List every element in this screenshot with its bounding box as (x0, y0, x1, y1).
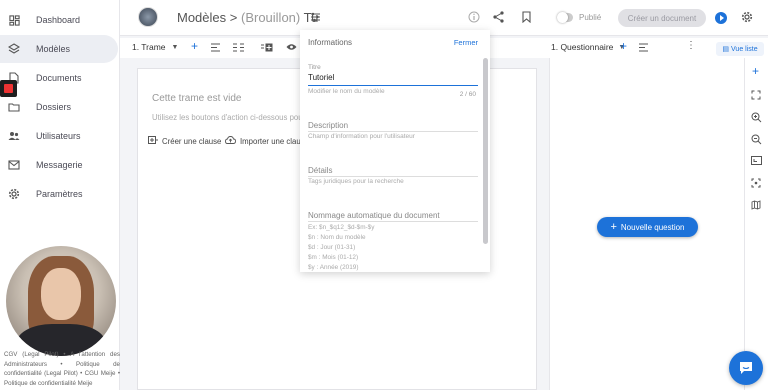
add-question-icon[interactable]: + (620, 39, 627, 53)
naming-var-day: $d : Jour (01-31) (308, 244, 356, 251)
zoom-in-icon[interactable] (751, 112, 762, 125)
create-clause-button[interactable]: Créer une clause (148, 136, 221, 146)
center-focus-icon[interactable] (751, 178, 761, 190)
new-question-label: Nouvelle question (620, 222, 685, 232)
sidebar-item-modeles[interactable]: Modèles (0, 35, 118, 63)
publish-toggle[interactable] (557, 12, 573, 23)
details-field-help: Tags juridiques pour la recherche (308, 178, 404, 185)
close-info-button[interactable]: Fermer (454, 38, 478, 47)
info-icon[interactable] (468, 11, 480, 25)
fullscreen-icon[interactable] (751, 90, 761, 102)
informations-panel: Informations Fermer Titre Tutoriel Modif… (300, 30, 490, 272)
map-icon[interactable] (751, 200, 761, 212)
title-field-help: Modifier le nom du modèle (308, 88, 385, 95)
naming-field-underline (308, 221, 478, 222)
title-field[interactable]: Tutoriel (308, 73, 334, 82)
sidebar: Dashboard Modèles Documents Dossiers Uti… (0, 0, 120, 390)
chat-support-button[interactable] (729, 351, 763, 385)
naming-var-month: $m : Mois (01-12) (308, 254, 359, 261)
add-icon[interactable]: + (752, 64, 759, 78)
list-view-button[interactable]: ▤ Vue liste (716, 42, 764, 56)
trame-empty-title: Cette trame est vide (152, 93, 242, 104)
format-list-icon[interactable] (210, 43, 221, 52)
new-question-button[interactable]: + Nouvelle question (597, 217, 698, 237)
cloud-upload-icon (225, 136, 236, 146)
details-field[interactable]: Détails (308, 166, 332, 175)
list-view-icon: ▤ (722, 46, 730, 53)
layers-icon (8, 43, 20, 55)
sidebar-item-documents[interactable]: Documents (0, 64, 120, 92)
template-logo (138, 7, 158, 27)
description-field[interactable]: Description (308, 121, 348, 130)
sidebar-item-utilisateurs[interactable]: Utilisateurs (0, 122, 120, 150)
title-char-counter: 2 / 60 (459, 91, 476, 98)
dashboard-icon (8, 14, 20, 26)
description-field-underline (308, 131, 478, 132)
mail-icon (8, 159, 20, 171)
format-columns-icon[interactable] (232, 43, 245, 52)
settings-gear-icon[interactable] (741, 11, 753, 25)
footer-legal-links[interactable]: CGV (Legal Pilot) • A l'attention des Ad… (4, 350, 120, 388)
sidebar-item-dossiers[interactable]: Dossiers (0, 93, 120, 121)
questionnaire-label: 1. Questionnaire (551, 42, 614, 52)
sidebar-item-dashboard[interactable]: Dashboard (0, 6, 120, 34)
create-document-button[interactable]: Créer un document (618, 9, 706, 27)
questionnaire-selector[interactable]: 1. Questionnaire ▼ (551, 42, 625, 52)
dropdown-arrow-icon: ▼ (171, 43, 179, 51)
eye-icon[interactable] (286, 43, 297, 51)
sidebar-item-label: Utilisateurs (36, 131, 81, 141)
trame-selector[interactable]: 1. Trame ▼ (132, 42, 178, 52)
sidebar-item-messagerie[interactable]: Messagerie (0, 151, 120, 179)
gear-icon (8, 188, 20, 200)
tune-icon[interactable] (310, 12, 321, 24)
right-toolbar: + (744, 58, 768, 390)
naming-var-name: $n : Nom du modèle (308, 234, 366, 241)
create-clause-label: Créer une clause (162, 136, 222, 146)
format-list-icon[interactable] (638, 43, 649, 52)
play-icon[interactable] (715, 12, 727, 24)
trame-label: 1. Trame (132, 42, 166, 52)
breadcrumb-separator: > (229, 10, 238, 25)
breadcrumb: Modèles > (Brouillon) Tu (177, 10, 318, 25)
trame-hint: Utilisez les boutons d'action ci-dessous… (152, 113, 306, 122)
add-icon: + (610, 221, 617, 233)
sidebar-item-label: Documents (36, 73, 82, 83)
sidebar-item-label: Dossiers (36, 102, 72, 112)
naming-field[interactable]: Nommage automatique du document (308, 211, 440, 220)
bookmark-icon[interactable] (522, 11, 531, 25)
sidebar-item-label: Messagerie (36, 160, 83, 170)
title-field-underline (308, 85, 478, 86)
sidebar-item-parametres[interactable]: Paramètres (0, 180, 120, 208)
import-clause-button[interactable]: Importer une clause (225, 136, 309, 146)
list-view-label: Vue liste (731, 45, 758, 53)
info-panel-title: Informations (308, 38, 353, 47)
users-icon (8, 130, 20, 142)
chat-icon (740, 362, 752, 374)
more-vert-icon[interactable]: ⋮ (686, 40, 696, 51)
description-field-help: Champ d'information pour l'utilisateur (308, 133, 415, 140)
info-scrollbar[interactable] (483, 58, 488, 244)
sidebar-item-label: Paramètres (36, 189, 83, 199)
webcam-avatar (6, 246, 116, 356)
breadcrumb-status: (Brouillon) (240, 10, 301, 25)
publish-label: Publié (579, 13, 602, 22)
breadcrumb-section[interactable]: Modèles (177, 10, 226, 25)
folder-icon (8, 101, 20, 113)
add-box-icon[interactable] (260, 43, 273, 52)
import-clause-label: Importer une clause (240, 136, 309, 146)
details-field-underline (308, 176, 478, 177)
title-field-label: Titre (308, 64, 321, 71)
sidebar-item-label: Modèles (36, 44, 71, 54)
zoom-out-icon[interactable] (751, 134, 762, 147)
add-trame-icon[interactable]: + (191, 39, 198, 53)
share-icon[interactable] (493, 11, 504, 25)
fit-screen-icon[interactable] (751, 156, 762, 167)
sidebar-item-label: Dashboard (36, 15, 81, 25)
naming-example: Ex: $n_$q12_$d-$m-$y (308, 224, 375, 231)
naming-var-year: $y : Année (2019) (308, 264, 359, 271)
add-clause-icon (148, 136, 158, 146)
